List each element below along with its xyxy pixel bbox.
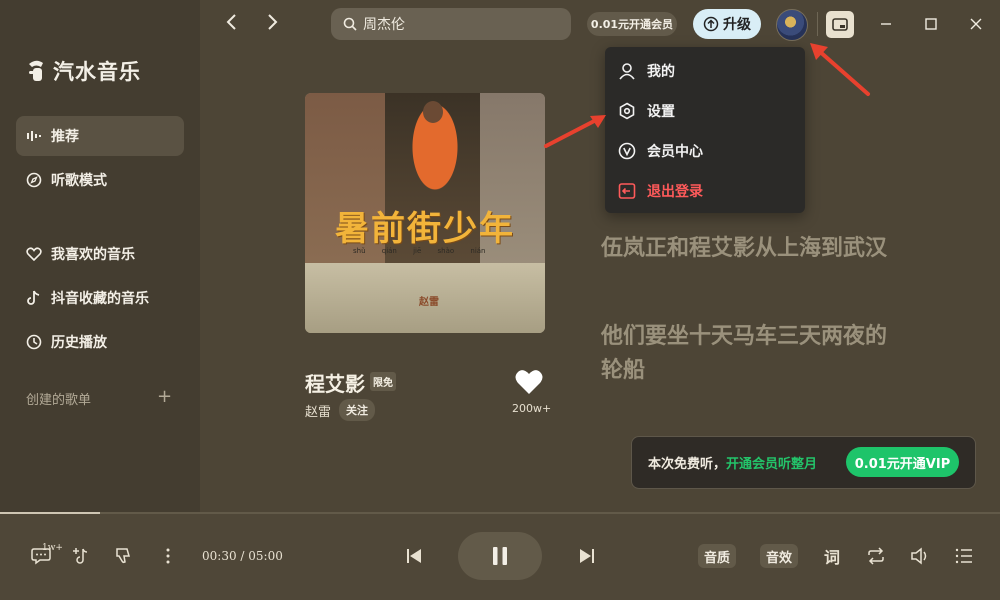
logout-icon [617,181,637,201]
thumbs-down-icon [116,548,130,564]
app-logo: 汽水音乐 [25,56,141,86]
user-icon [617,61,637,81]
add-playlist-button[interactable]: + [157,388,172,406]
free-badge: 限免 [370,372,396,391]
like-count: 200w+ [512,402,552,415]
lyrics-button[interactable]: 词 [821,544,843,568]
mini-player-button[interactable] [826,11,854,38]
upgrade-arrow-icon [703,16,719,32]
follow-button[interactable]: 关注 [339,399,375,421]
minimize-button[interactable] [876,14,896,34]
add-to-playlist-button[interactable] [68,544,92,568]
dislike-button[interactable] [112,544,136,568]
heart-icon [515,370,543,394]
previous-button[interactable] [402,544,426,568]
soda-logo-icon [29,60,43,81]
next-button[interactable] [575,544,599,568]
sidebar-item-label: 我喜欢的音乐 [51,247,135,263]
sound-effect-button[interactable]: 音效 [760,544,799,568]
more-vertical-icon [166,548,170,564]
pause-button[interactable] [458,532,542,580]
upgrade-button[interactable]: 升级 [693,9,761,39]
volume-button[interactable] [908,544,932,568]
search-input[interactable]: 周杰伦 [331,8,571,40]
promo-highlight: 开通会员听整月 [726,457,818,472]
mini-player-icon [832,17,848,31]
cover-pinyin: shǔ qián jiē shào nián [353,247,486,255]
forward-button[interactable] [264,12,280,37]
music-add-icon [73,548,88,564]
song-title: 程艾影 [305,372,365,396]
lyric-line: 伍岚正和程艾影从上海到武汉 [601,236,888,261]
menu-item-label: 退出登录 [647,184,703,200]
open-vip-button[interactable]: 0.01元开通VIP [846,447,959,477]
progress-fill [0,512,100,514]
more-button[interactable] [158,544,178,568]
volume-icon [911,547,927,565]
close-button[interactable] [966,14,986,34]
menu-item-vip-center[interactable]: 会员中心 [617,137,703,165]
chevron-right-icon [268,14,278,30]
sidebar-item-history[interactable]: 历史播放 [16,322,184,362]
clock-icon [25,333,43,351]
sidebar-item-label: 推荐 [51,129,79,145]
maximize-icon [925,18,937,30]
cover-figure-head [423,101,443,123]
bars-icon [25,127,43,145]
like-button[interactable] [514,368,544,396]
divider [817,12,818,36]
menu-item-label: 设置 [647,104,675,120]
avatar[interactable] [776,9,808,41]
promo-text: 本次免费听， [648,457,727,472]
settings-icon [617,101,637,121]
playback-time: 00:30 / 05:00 [202,549,283,563]
vip-trial-button[interactable]: 0.01元开通会员 [587,12,677,36]
created-playlists-label: 创建的歌单 [26,393,92,408]
upgrade-label: 升级 [723,17,751,33]
chevron-left-icon [226,14,236,30]
progress-track[interactable] [0,512,1000,514]
pause-icon [493,547,507,565]
sidebar-item-label: 听歌模式 [51,173,107,189]
album-cover[interactable]: 暑前街少年 shǔ qián jiē shào nián 赵雷 [305,93,545,333]
sidebar-item-liked-music[interactable]: 我喜欢的音乐 [16,234,184,274]
repeat-button[interactable] [864,544,888,568]
menu-item-settings[interactable]: 设置 [617,97,675,125]
sidebar-item-douyin-favorites[interactable]: 抖音收藏的音乐 [16,278,184,318]
sidebar-item-label: 历史播放 [51,335,107,351]
maximize-button[interactable] [921,14,941,34]
vip-promo-banner: 本次免费听， 开通会员听整月 0.01元开通VIP [631,436,976,489]
sidebar-item-recommend[interactable]: 推荐 [16,116,184,156]
vip-icon [617,141,637,161]
search-value: 周杰伦 [363,17,405,33]
search-icon [343,17,357,31]
artist-name[interactable]: 赵雷 [305,401,331,420]
quality-button[interactable]: 音质 [698,544,737,568]
lyric-line: 他们要坐十天马车三天两夜的轮船 [601,324,888,383]
playlist-icon [955,548,972,564]
cover-title: 暑前街少年 [335,209,515,249]
menu-item-logout[interactable]: 退出登录 [617,177,703,205]
menu-item-mine[interactable]: 我的 [617,57,675,85]
repeat-icon [868,547,884,565]
menu-item-label: 会员中心 [647,144,703,160]
back-button[interactable] [224,12,240,37]
comment-count: 1w+ [42,543,63,553]
sidebar-item-label: 抖音收藏的音乐 [51,291,149,307]
minimize-icon [881,23,891,25]
sidebar-item-listen-mode[interactable]: 听歌模式 [16,160,184,200]
app-name: 汽水音乐 [53,60,141,84]
close-icon [970,18,982,30]
tiktok-icon [25,289,43,307]
sidebar: 汽水音乐 推荐 听歌模式 我喜欢的音乐 抖音收藏的音乐 历史播放 创建的歌单 + [0,0,200,512]
skip-previous-icon [407,549,421,563]
heart-icon [25,245,43,263]
playlist-queue-button[interactable] [952,544,976,568]
user-menu: 我的 设置 会员中心 退出登录 [605,47,805,213]
compass-icon [25,171,43,189]
skip-next-icon [580,549,594,563]
cover-stamp: 赵雷 [419,297,439,308]
menu-item-label: 我的 [647,64,675,80]
